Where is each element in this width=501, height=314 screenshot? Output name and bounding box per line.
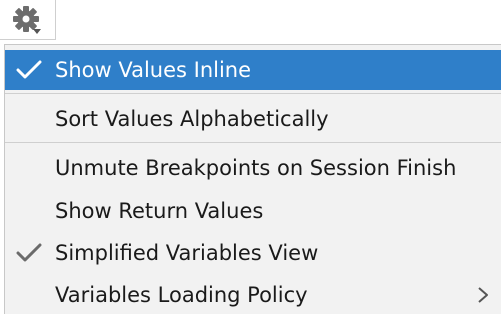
gear-icon [13,6,41,34]
menu-item-variables-loading-policy[interactable]: Variables Loading Policy [5,275,501,314]
checkmark-icon [16,243,42,262]
settings-menu: Show Values Inline Sort Values Alphabeti… [4,44,501,314]
debugger-settings-popup: Show Values Inline Sort Values Alphabeti… [0,0,501,314]
menu-item-show-values-inline[interactable]: Show Values Inline [5,50,501,90]
menu-separator [5,142,501,143]
menu-item-label: Unmute Breakpoints on Session Finish [55,156,457,180]
checkmark-icon [16,60,42,79]
menu-separator [5,93,501,94]
menu-item-label: Variables Loading Policy [55,283,308,307]
menu-item-label: Simplified Variables View [55,241,319,265]
menu-item-unmute-breakpoints[interactable]: Unmute Breakpoints on Session Finish [5,148,501,188]
menu-item-show-return-values[interactable]: Show Return Values [5,191,501,231]
menu-item-label: Sort Values Alphabetically [55,107,329,131]
caret-down-icon [33,29,41,34]
menu-item-label: Show Return Values [55,199,264,223]
chevron-right-icon [478,287,488,303]
menu-item-simplified-variables-view[interactable]: Simplified Variables View [5,233,501,273]
menu-item-label: Show Values Inline [55,58,252,82]
menu-item-sort-values-alphabetically[interactable]: Sort Values Alphabetically [5,99,501,139]
settings-gear-button[interactable] [0,0,56,40]
